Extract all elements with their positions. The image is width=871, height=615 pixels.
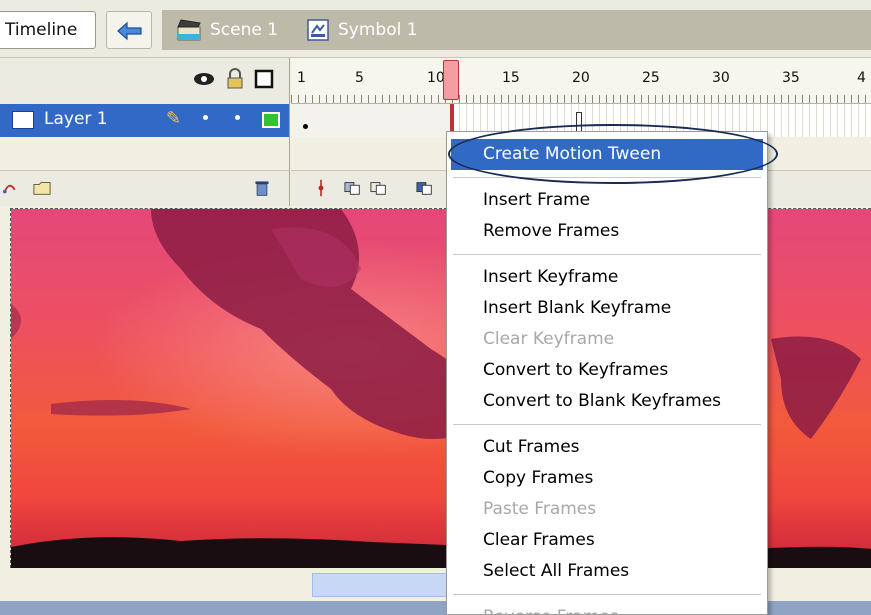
onion-skin-outline-icon[interactable] bbox=[369, 179, 389, 197]
frame-context-menu: Create Motion Tween Insert Frame Remove Fr… bbox=[446, 131, 768, 615]
edit-multiple-frames-icon[interactable] bbox=[415, 179, 435, 197]
insert-folder-icon[interactable] bbox=[32, 179, 52, 197]
menu-item-insert-frame[interactable]: Insert Frame bbox=[447, 185, 767, 216]
menu-item-reverse-frames: Reverse Frames bbox=[447, 602, 767, 615]
timeline-toggle-button[interactable]: Timeline bbox=[0, 11, 96, 49]
layer-name: Layer 1 bbox=[44, 109, 108, 129]
back-button[interactable] bbox=[106, 11, 152, 49]
layer-tools bbox=[0, 170, 290, 206]
ruler-number: 25 bbox=[642, 70, 660, 86]
lock-icon[interactable] bbox=[226, 68, 244, 90]
frame-span[interactable] bbox=[291, 104, 451, 137]
menu-item-convert-to-keyframes[interactable]: Convert to Keyframes bbox=[447, 355, 767, 386]
ruler-number: 5 bbox=[355, 70, 364, 86]
onion-skin-icon[interactable] bbox=[343, 179, 363, 197]
menu-item-clear-frames[interactable]: Clear Frames bbox=[447, 525, 767, 556]
menu-item-select-all-frames[interactable]: Select All Frames bbox=[447, 556, 767, 587]
ruler-number: 20 bbox=[572, 70, 590, 86]
layer-header bbox=[0, 58, 290, 104]
clapperboard-icon bbox=[177, 19, 201, 41]
trash-icon[interactable] bbox=[252, 179, 272, 197]
layer-row[interactable]: Layer 1 ✎ bbox=[0, 104, 290, 137]
menu-separator bbox=[453, 594, 761, 595]
pencil-icon: ✎ bbox=[166, 108, 182, 129]
menu-item-remove-frames[interactable]: Remove Frames bbox=[447, 216, 767, 247]
add-motion-guide-icon[interactable] bbox=[2, 179, 22, 197]
layer-page-icon bbox=[12, 111, 34, 129]
ruler-number: 4 bbox=[857, 70, 866, 86]
frame-ruler[interactable]: 1 5 10 15 20 25 30 35 4 bbox=[291, 58, 871, 104]
back-arrow-icon bbox=[117, 21, 142, 41]
ruler-number: 30 bbox=[712, 70, 730, 86]
scene-label: Scene 1 bbox=[210, 20, 279, 40]
menu-item-insert-keyframe[interactable]: Insert Keyframe bbox=[447, 262, 767, 293]
menu-item-clear-keyframe: Clear Keyframe bbox=[483, 329, 615, 349]
ruler-number: 35 bbox=[782, 70, 800, 86]
ruler-ticks bbox=[291, 95, 871, 103]
breadcrumb-symbol[interactable]: Symbol 1 bbox=[306, 10, 418, 50]
menu-separator bbox=[453, 254, 761, 255]
center-frame-icon[interactable] bbox=[311, 179, 331, 197]
menu-item-insert-blank-keyframe[interactable]: Insert Blank Keyframe bbox=[447, 293, 767, 324]
menu-item-cut-frames[interactable]: Cut Frames bbox=[447, 432, 767, 463]
menu-separator bbox=[453, 177, 761, 178]
menu-item-create-motion-tween[interactable]: Create Motion Tween bbox=[451, 139, 763, 170]
outline-icon[interactable] bbox=[254, 69, 274, 89]
ruler-number: 1 bbox=[297, 70, 306, 86]
visibility-dot[interactable] bbox=[203, 115, 208, 120]
timeline-button-label: Timeline bbox=[5, 20, 78, 40]
menu-item-paste-frames: Paste Frames bbox=[483, 499, 597, 519]
ruler-number: 15 bbox=[502, 70, 520, 86]
symbol-label: Symbol 1 bbox=[338, 20, 418, 40]
menu-item-convert-to-blank-keyframes[interactable]: Convert to Blank Keyframes bbox=[447, 386, 767, 417]
lock-dot[interactable] bbox=[235, 115, 240, 120]
breadcrumb-scene[interactable]: Scene 1 bbox=[176, 10, 278, 50]
eye-icon[interactable] bbox=[192, 71, 216, 87]
menu-separator bbox=[453, 424, 761, 425]
flash-editor-window: Timeline Scene 1 Symbol 1 1 5 10 15 20 2… bbox=[0, 0, 871, 615]
symbol-icon bbox=[307, 19, 329, 41]
keyframe-dot bbox=[303, 124, 308, 129]
playhead[interactable] bbox=[443, 60, 459, 100]
empty-layer-area bbox=[0, 137, 290, 170]
outline-color-swatch[interactable] bbox=[262, 112, 280, 128]
menu-item-copy-frames[interactable]: Copy Frames bbox=[447, 463, 767, 494]
edit-bar: Timeline Scene 1 Symbol 1 bbox=[0, 0, 871, 58]
